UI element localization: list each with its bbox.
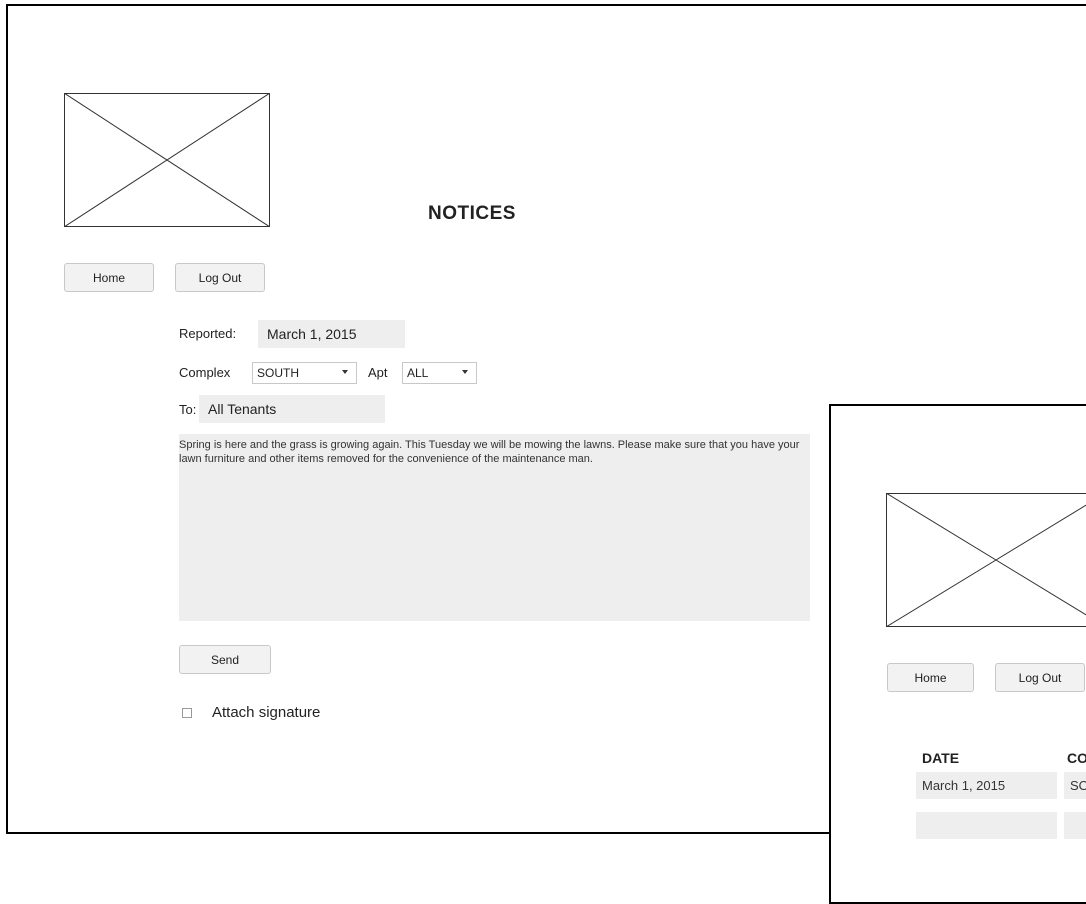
recipient-field[interactable]: All Tenants [199, 395, 385, 423]
logo-placeholder-image [64, 93, 270, 227]
page-title: NOTICES [428, 203, 516, 225]
table-row [916, 812, 1057, 839]
attach-signature-label: Attach signature [212, 704, 320, 721]
chevron-down-icon [462, 370, 468, 374]
apt-select[interactable]: ALL [402, 362, 477, 384]
table-header-complex: CO [1067, 750, 1086, 766]
table-header-date: DATE [922, 750, 959, 766]
attach-signature-checkbox[interactable] [182, 708, 192, 718]
message-textarea[interactable]: Spring is here and the grass is growing … [179, 434, 810, 621]
logout-button[interactable]: Log Out [175, 263, 265, 292]
to-label: To: [179, 402, 196, 417]
logout-button[interactable]: Log Out [995, 663, 1085, 692]
reported-date-field[interactable]: March 1, 2015 [258, 320, 405, 348]
chevron-down-icon [342, 370, 348, 374]
secondary-window: Home Log Out DATE CO March 1, 2015 SO [829, 404, 1086, 904]
reported-label: Reported: [179, 326, 236, 341]
table-cell-complex: SO [1064, 772, 1086, 799]
table-row [1064, 812, 1086, 839]
complex-select-value: SOUTH [257, 366, 299, 380]
apt-label: Apt [368, 365, 388, 380]
send-button[interactable]: Send [179, 645, 271, 674]
apt-select-value: ALL [407, 366, 428, 380]
home-button[interactable]: Home [64, 263, 154, 292]
table-cell-date: March 1, 2015 [916, 772, 1057, 799]
logo-placeholder-image [886, 493, 1086, 627]
home-button[interactable]: Home [887, 663, 974, 692]
complex-select[interactable]: SOUTH [252, 362, 357, 384]
complex-label: Complex [179, 365, 230, 380]
